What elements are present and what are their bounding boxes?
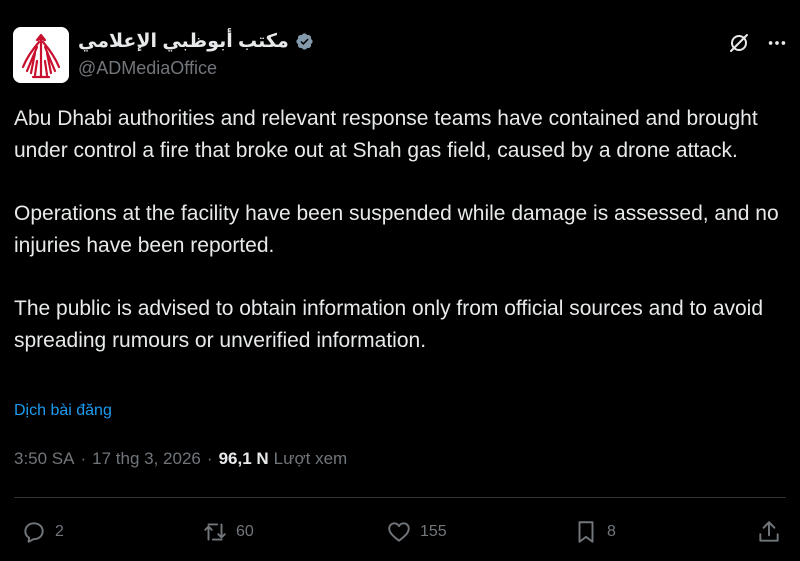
repost-count: 60 [236, 523, 254, 540]
author-handle[interactable]: @ADMediaOffice [78, 58, 217, 79]
bookmark-count: 8 [607, 523, 616, 540]
tweet-meta: 3:50 SA · 17 thg 3, 2026 · 96,1 N Lượt x… [14, 449, 347, 469]
translate-post-link[interactable]: Dịch bài đăng [14, 402, 112, 420]
action-bar: 2 60 155 8 [0, 512, 800, 552]
share-button[interactable] [756, 512, 782, 552]
verified-badge-icon [295, 32, 314, 51]
reply-count: 2 [55, 523, 64, 540]
tweet-paragraph: The public is advised to obtain informat… [14, 297, 764, 352]
separator-dot: · [206, 449, 213, 468]
views-count: 96,1 N [218, 449, 269, 468]
avatar[interactable] [13, 27, 69, 83]
author-name-row: مكتب أبوظبي الإعلامي [78, 28, 314, 54]
bookmark-button[interactable]: 8 [573, 512, 616, 552]
like-button[interactable]: 155 [386, 512, 447, 552]
reply-button[interactable]: 2 [21, 512, 64, 552]
tweet-paragraph: Operations at the facility have been sus… [14, 202, 779, 257]
post-date[interactable]: 17 thg 3, 2026 [92, 449, 201, 469]
reply-icon [24, 522, 44, 543]
bookmark-icon [578, 521, 594, 543]
divider [14, 497, 786, 498]
display-name[interactable]: مكتب أبوظبي الإعلامي [78, 30, 289, 53]
repost-button[interactable]: 60 [202, 512, 254, 552]
repost-icon [204, 523, 226, 541]
falcon-logo-icon [13, 27, 69, 83]
grok-icon[interactable] [724, 28, 754, 58]
tweet-paragraph: Abu Dhabi authorities and relevant respo… [14, 107, 758, 162]
share-icon [759, 521, 779, 542]
post-time[interactable]: 3:50 SA [14, 449, 75, 469]
heart-icon [388, 522, 410, 542]
like-count: 155 [420, 523, 447, 540]
tweet-text: Abu Dhabi authorities and relevant respo… [14, 103, 789, 356]
views-label: Lượt xem [273, 449, 348, 468]
more-icon[interactable] [762, 28, 792, 58]
separator-dot: · [80, 449, 87, 468]
